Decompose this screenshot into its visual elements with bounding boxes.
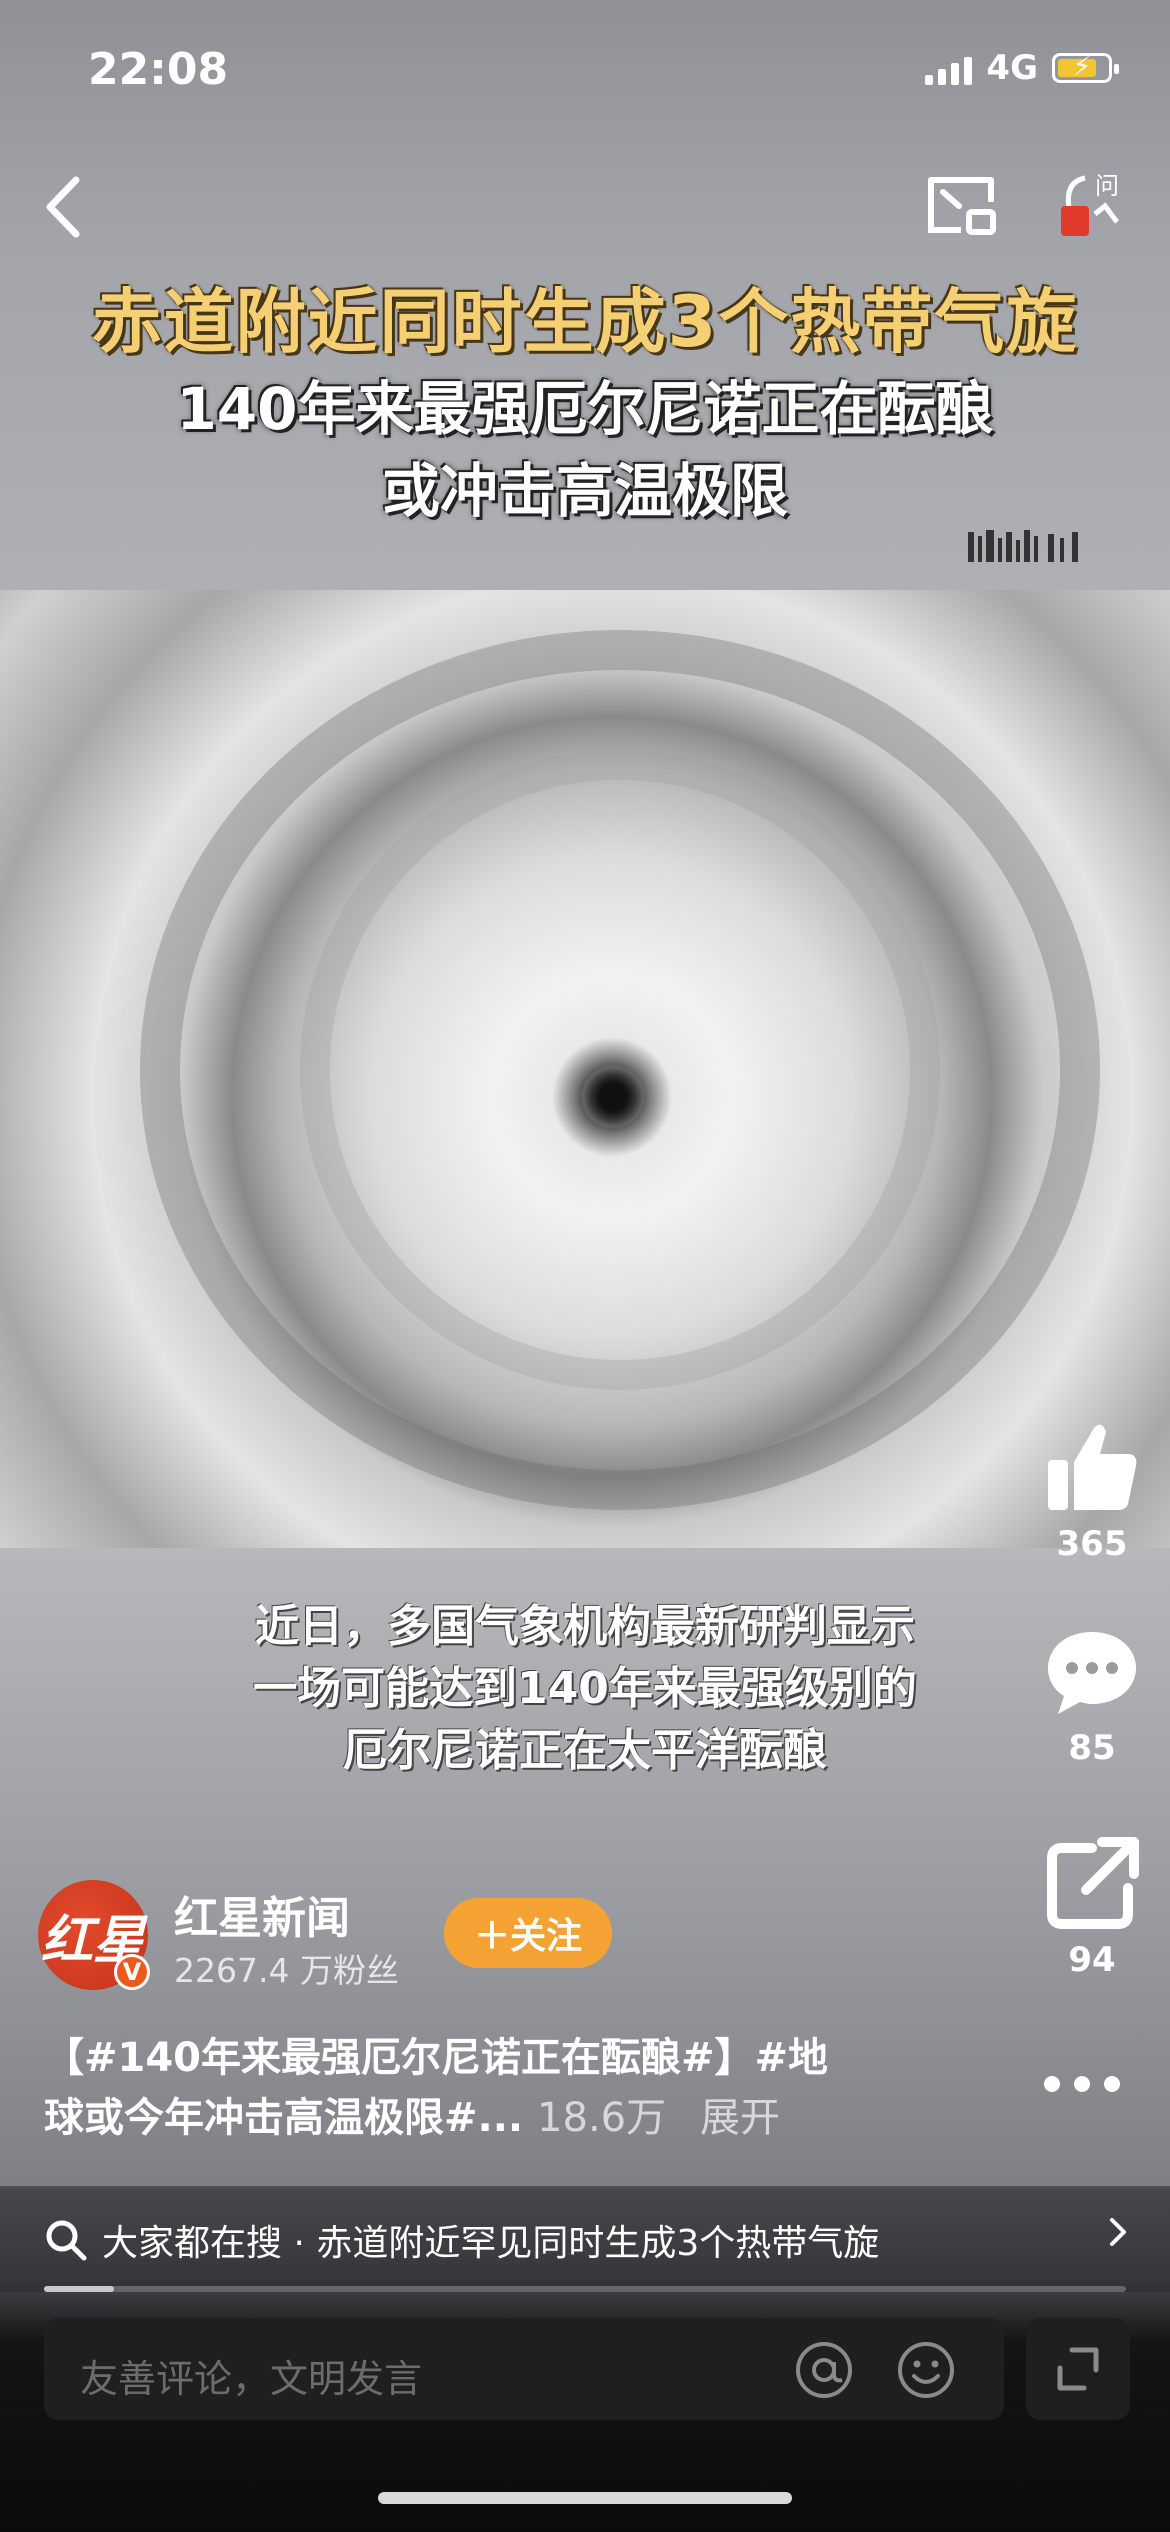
comment-icon [1048,1632,1136,1714]
home-indicator[interactable] [378,2492,792,2504]
subtitle-line-2: 一场可能达到140年来最强级别的 [253,1663,917,1714]
description-text-2: 球或今年冲击高温极限#... [44,2095,524,2141]
network-type: 4G [986,48,1038,88]
status-time: 22:08 [88,44,229,95]
subtitle-line-3: 厄尔尼诺正在太平洋酝酿 [343,1725,827,1776]
comment-placeholder: 友善评论，文明发言 [80,2357,423,2401]
typhoon-satellite-image[interactable] [0,590,1170,1548]
chevron-right-icon [1110,2218,1126,2246]
video-progress-bar[interactable] [44,2286,1126,2292]
comment-input[interactable]: 友善评论，文明发言 [44,2318,1004,2420]
video-title: 赤道附近同时生成3个热带气旋 [91,281,1079,363]
comment-button[interactable]: 85 [1032,1624,1152,1768]
headline-line-2: 或冲击高温极限 [381,457,788,525]
cast-icon[interactable] [925,172,997,238]
video-description[interactable]: 【#140年来最强厄尔尼诺正在酝酿#】#地 球或今年冲击高温极限#... 18.… [44,2028,944,2148]
description-line-2: 球或今年冲击高温极限#... 18.6万 展开 [44,2088,944,2148]
emoji-icon[interactable] [896,2340,956,2400]
typhoon-eye [578,1062,648,1132]
svg-text:问: 问 [1095,172,1119,200]
view-count: 18.6万 [537,2095,667,2141]
search-suggestion-text: 大家都在搜 · 赤道附近罕见同时生成3个热带气旋 [102,2223,880,2264]
video-progress-fill [44,2286,115,2292]
description-line-1: 【#140年来最强厄尔尼诺正在酝酿#】#地 [44,2035,829,2081]
account-name[interactable]: 红星新闻 [174,1882,350,1946]
video-subtitle: 近日，多国气象机构最新研判显示 一场可能达到140年来最强级别的 厄尔尼诺正在太… [120,1596,1050,1782]
signal-icon [925,51,973,85]
like-count: 365 [1056,1524,1128,1564]
more-icon[interactable] [1042,2072,1122,2096]
at-icon[interactable] [794,2340,854,2400]
search-icon [46,2220,87,2261]
video-screen: 22:08 4G ⚡ 问 赤道附近同时生成3个热带气旋 140年来最强厄尔尼诺正… [0,0,1170,2532]
share-button[interactable]: 94 [1032,1836,1152,1980]
comment-count: 85 [1068,1728,1116,1768]
headline-line-1: 140年来最强厄尔尼诺正在酝酿 [176,375,994,443]
status-indicators: 4G ⚡ [925,48,1119,88]
back-icon[interactable] [36,172,96,242]
account-avatar[interactable]: 红星 V [38,1880,150,1990]
verified-badge: V [114,1954,150,1990]
search-suggestion-bar[interactable]: 大家都在搜 · 赤道附近罕见同时生成3个热带气旋 [0,2186,1170,2292]
subtitle-line-1: 近日，多国气象机构最新研判显示 [255,1601,915,1652]
watermark-barcode-icon [968,530,1078,562]
follower-count: 2267.4 万粉丝 [174,1951,399,1990]
ask-icon[interactable]: 问 [1055,168,1127,248]
fullscreen-icon [1057,2347,1099,2391]
share-count: 94 [1068,1940,1116,1980]
expand-link[interactable]: 展开 [700,2095,780,2141]
like-icon [1048,1424,1137,1510]
share-icon [1047,1837,1139,1929]
fullscreen-button[interactable] [1026,2318,1130,2420]
follow-button[interactable]: ＋关注 [444,1898,612,1968]
like-button[interactable]: 365 [1032,1420,1152,1564]
battery-icon: ⚡ [1052,52,1119,83]
video-headline: 140年来最强厄尔尼诺正在酝酿 或冲击高温极限 [0,368,1170,532]
